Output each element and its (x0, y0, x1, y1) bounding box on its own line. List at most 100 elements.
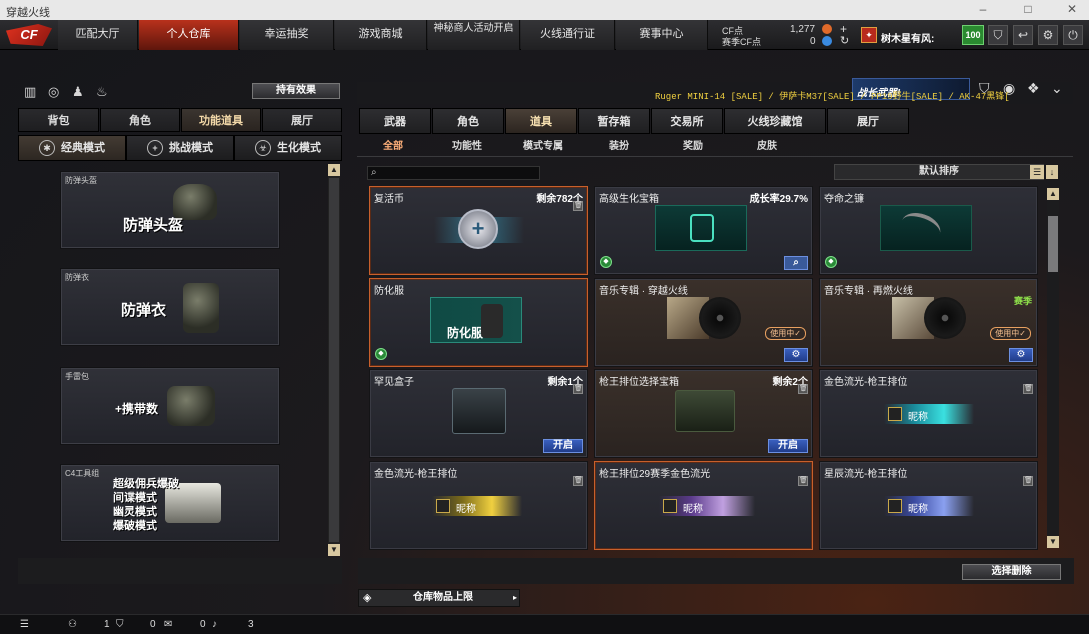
left-scrollbar[interactable]: ▲ ▼ (328, 164, 340, 556)
item-card[interactable]: 音乐专辑 · 再燃火线 赛季 使用中✓ ⚙ (819, 278, 1038, 367)
filter-skins[interactable]: 皮肤 (745, 138, 789, 156)
item-card[interactable]: 金色流光-枪王排位 🗑 昵称 (819, 369, 1038, 458)
trash-icon[interactable]: 🗑 (1023, 384, 1033, 394)
left-tab-backpack[interactable]: 背包 (18, 108, 99, 132)
power-icon[interactable]: ⏻ (1063, 25, 1083, 45)
card-title: 防弹头盔 (123, 217, 184, 234)
nav-tab-mystery-merchant[interactable]: 神秘商人活动开启 (428, 20, 520, 50)
rare-box-icon (452, 388, 506, 434)
player-name: 树木星有风: (881, 34, 935, 45)
item-name: 金色流光-枪王排位 (374, 469, 458, 480)
trash-icon[interactable]: 🗑 (798, 476, 808, 486)
mode-classic[interactable]: ✱ 经典模式 (18, 135, 126, 161)
item-card[interactable]: 枪王排位选择宝箱 剩余2个 🗑 开启 (594, 369, 813, 458)
item-card[interactable]: 音乐专辑 · 穿越火线 使用中✓ ⚙ (594, 278, 813, 367)
item-card[interactable]: 星辰流光-枪王排位 🗑 昵称 (819, 461, 1038, 550)
close-icon[interactable]: ✕ (1064, 2, 1080, 16)
inspect-search-icon[interactable]: ⌕ (784, 256, 808, 270)
sort-dropdown[interactable]: 默认排序 (834, 164, 1044, 180)
filter-all[interactable]: 全部 (371, 138, 415, 156)
shield-icon[interactable]: ⛉ (988, 25, 1008, 45)
sort-direction-icon[interactable]: ↓ (1046, 165, 1058, 179)
nav-tab-event-center[interactable]: 赛事中心 (616, 20, 708, 50)
shield-small-icon[interactable]: ⛉ (116, 619, 124, 630)
trash-icon[interactable]: 🗑 (573, 476, 583, 486)
zombie-chest-icon (655, 205, 747, 251)
item-card[interactable]: 防化服 防化服 ◆ (369, 278, 588, 367)
capacity-bar[interactable]: ◈ 仓库物品上限 ▸ (358, 589, 520, 607)
speaker-icon[interactable]: ♪ (212, 619, 217, 630)
chat-icon[interactable]: ✉ (164, 619, 172, 630)
tab-storage-box[interactable]: 暂存箱 (578, 108, 650, 134)
search-input[interactable]: ⌕ (367, 166, 540, 180)
maximize-icon[interactable]: □ (1020, 2, 1036, 16)
friends-count: 1 (104, 619, 110, 630)
item-name: 枪王排位29赛季金色流光 (599, 469, 711, 480)
item-card-helmet[interactable]: 防弹头盔 防弹头盔 (60, 171, 280, 249)
trash-icon[interactable]: 🗑 (573, 384, 583, 394)
mode-zombie[interactable]: ☣ 生化模式 (234, 135, 342, 161)
batch-delete-button[interactable]: 选择删除 (962, 564, 1061, 580)
scroll-up-icon[interactable]: ▲ (328, 164, 340, 176)
bag-icon[interactable]: ♨ (96, 84, 108, 100)
tab-items[interactable]: 道具 (505, 108, 577, 134)
nav-tab-lucky-draw[interactable]: 幸运抽奖 (240, 20, 334, 50)
currency-panel: CF点 赛季CF点 1,277 0 + ↻ (722, 22, 852, 48)
settings-gear-icon[interactable]: ⚙ (784, 348, 808, 362)
nav-tab-battle-pass[interactable]: 火线通行证 (521, 20, 615, 50)
tab-weapons[interactable]: 武器 (359, 108, 431, 134)
filter-dress-up[interactable]: 装扮 (597, 138, 641, 156)
trash-icon[interactable]: 🗑 (1023, 476, 1033, 486)
friends-icon[interactable]: ⚇ (68, 619, 77, 630)
open-button[interactable]: 开启 (768, 439, 808, 453)
item-card[interactable]: 复活币 剩余782个 🗑 + (369, 186, 588, 275)
tab-exchange[interactable]: 交易所 (651, 108, 723, 134)
filter-rewards[interactable]: 奖励 (671, 138, 715, 156)
list-view-icon[interactable]: ☰ (1030, 165, 1044, 179)
left-tab-showroom[interactable]: 展厅 (262, 108, 342, 132)
nav-tab-personal-warehouse[interactable]: 个人仓库 (139, 20, 239, 50)
item-card[interactable]: 高级生化宝箱 成长率29.7% ◆ ⌕ (594, 186, 813, 275)
scroll-down-icon[interactable]: ▼ (328, 544, 340, 556)
gem-icon: ◆ (600, 256, 612, 268)
item-card[interactable]: 罕见盒子 剩余1个 🗑 开启 (369, 369, 588, 458)
item-card-vest[interactable]: 防弹衣 防弹衣 (60, 268, 280, 346)
filter-functional[interactable]: 功能性 (445, 138, 489, 156)
character-icon[interactable]: ♟ (72, 84, 84, 100)
open-button[interactable]: 开启 (543, 439, 583, 453)
tab-characters[interactable]: 角色 (432, 108, 504, 134)
trash-icon[interactable]: 🗑 (573, 201, 583, 211)
nickname-frame: 昵称 (884, 404, 974, 424)
ranking-icon[interactable]: ▥ (24, 84, 36, 100)
tab-showroom[interactable]: 展厅 (827, 108, 909, 134)
left-tab-function-items[interactable]: 功能道具 (181, 108, 261, 132)
return-icon[interactable]: ↩ (1013, 25, 1033, 45)
scroll-thumb[interactable] (1048, 216, 1058, 272)
refresh-circle-icon[interactable]: ◎ (48, 84, 59, 100)
filter-mode-exclusive[interactable]: 模式专属 (517, 138, 569, 156)
emblem-icon[interactable]: ❖ (1027, 80, 1040, 97)
trash-icon[interactable]: 🗑 (798, 384, 808, 394)
game-window: 穿越火线 – □ ✕ CF 匹配大厅 个人仓库 幸运抽奖 游戏商城 神秘商人活动… (0, 0, 1089, 634)
menu-icon[interactable]: ☰ (20, 619, 29, 630)
tab-collection-hall[interactable]: 火线珍藏馆 (724, 108, 826, 134)
held-effects-button[interactable]: 持有效果 (252, 83, 340, 99)
nav-tab-match-lobby[interactable]: 匹配大厅 (58, 20, 138, 50)
item-card-grenade-pack[interactable]: 手雷包 +携带数 (60, 367, 280, 445)
scroll-thumb[interactable] (329, 178, 339, 542)
item-card[interactable]: 枪王排位29赛季金色流光 🗑 昵称 (594, 461, 813, 550)
refresh-icon[interactable]: ↻ (840, 34, 849, 47)
scroll-up-icon[interactable]: ▲ (1047, 188, 1059, 200)
settings-gear-icon[interactable]: ⚙ (1038, 25, 1058, 45)
rank-icon[interactable]: ⌄ (1051, 80, 1063, 97)
item-card-c4-kit[interactable]: C4工具组 超级佣兵爆破 间谍模式 幽灵模式 爆破模式 (60, 464, 280, 542)
minimize-icon[interactable]: – (975, 2, 991, 16)
item-card[interactable]: 金色流光-枪王排位 🗑 昵称 (369, 461, 588, 550)
inventory-scrollbar[interactable]: ▲ ▼ (1047, 188, 1059, 548)
item-card[interactable]: 夺命之镰 ◆ (819, 186, 1038, 275)
left-tab-character[interactable]: 角色 (100, 108, 180, 132)
nav-tab-game-mall[interactable]: 游戏商城 (335, 20, 427, 50)
settings-gear-icon[interactable]: ⚙ (1009, 348, 1033, 362)
scroll-down-icon[interactable]: ▼ (1047, 536, 1059, 548)
mode-challenge[interactable]: + 挑战模式 (126, 135, 234, 161)
